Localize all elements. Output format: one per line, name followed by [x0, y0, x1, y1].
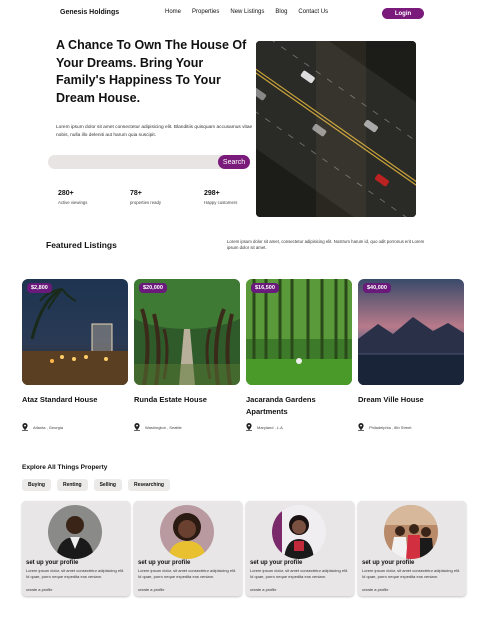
nav-link-properties[interactable]: Properties — [192, 9, 219, 15]
listing-location: Washington , Seattle — [134, 423, 182, 431]
listing-title[interactable]: Ataz Standard House — [22, 394, 122, 406]
hero-description: Lorem ipsum dolor sit amet consectetur a… — [56, 125, 253, 138]
location-text: Atlanta , Georgia — [33, 424, 64, 430]
stat-value: 298+ — [204, 190, 220, 197]
featured-listings-description: Lorem ipsum dolor sit amet, consectetur … — [227, 239, 425, 250]
profile-card-title: set up your profile — [26, 560, 79, 566]
chip-selling[interactable]: Selling — [93, 479, 122, 491]
price-badge: $20,000 — [139, 283, 167, 293]
listing-title[interactable]: Jacaranda Gardens Apartments — [246, 394, 346, 418]
stat-properties-ready: 78+ properties ready — [130, 190, 161, 205]
stat-value: 280+ — [58, 190, 74, 197]
featured-listings-title: Featured Listings — [46, 240, 117, 250]
avatar — [272, 505, 326, 559]
explore-title: Explore All Things Property — [22, 464, 108, 471]
create-profile-link[interactable]: create a profile — [26, 587, 52, 592]
stat-active-viewings: 280+ Active viewings — [58, 190, 87, 205]
listing-location: Atlanta , Georgia — [22, 423, 63, 431]
listing-location: Philadelphia , 8th Street — [358, 423, 411, 431]
listing-card[interactable]: $20,000 Runda Estate House Washington , … — [134, 279, 240, 431]
nav-link-home[interactable]: Home — [165, 9, 181, 15]
nav-link-new-listings[interactable]: New Listings — [230, 9, 264, 15]
profile-card: set up your profile Lorem ipsum dolor, s… — [246, 501, 354, 596]
brand-logo[interactable]: Genesis Holdings — [60, 9, 119, 16]
location-text: Maryland , L.A — [257, 424, 283, 430]
location-pin-icon — [358, 423, 364, 431]
hero-aerial-road-image — [256, 41, 416, 217]
price-badge: $2,800 — [27, 283, 52, 293]
avatar — [384, 505, 438, 559]
listing-image-beach: $2,800 — [22, 279, 128, 385]
stat-label: properties ready — [130, 200, 162, 205]
profile-card-description: Lorem ipsum dolor, sit amet consectetur … — [250, 568, 349, 579]
stat-label: Happy customers — [204, 200, 238, 205]
profile-card-description: Lorem ipsum dolor, sit amet consectetur … — [138, 568, 237, 579]
create-profile-link[interactable]: create a profile — [138, 587, 164, 592]
listing-title[interactable]: Dream Ville House — [358, 394, 458, 406]
location-text: Philadelphia , 8th Street — [369, 424, 412, 430]
avatar — [160, 505, 214, 559]
login-button[interactable]: Login — [382, 8, 424, 19]
location-pin-icon — [246, 423, 252, 431]
listing-card[interactable]: $16,500 Jacaranda Gardens Apartments Mar… — [246, 279, 352, 431]
listing-image-mountain-lake: $40,000 — [358, 279, 464, 385]
profile-card: set up your profile Lorem ipsum dolor, s… — [358, 501, 466, 596]
nav-links: Home Properties New Listings Blog Contac… — [165, 9, 328, 15]
price-badge: $40,000 — [363, 283, 391, 293]
search-button[interactable]: Search — [218, 155, 250, 169]
search-input[interactable] — [56, 155, 216, 169]
listing-image-forest: $16,500 — [246, 279, 352, 385]
profile-card-description: Lorem ipsum dolor, sit amet consectetur … — [26, 568, 125, 579]
profile-card-title: set up your profile — [250, 560, 303, 566]
price-badge: $16,500 — [251, 283, 279, 293]
create-profile-link[interactable]: create a profile — [250, 587, 276, 592]
listing-card[interactable]: $2,800 Ataz Standard House Atlanta , Geo… — [22, 279, 128, 431]
chip-renting[interactable]: Renting — [56, 479, 88, 491]
search-bar: Search — [48, 155, 250, 169]
nav-link-blog[interactable]: Blog — [275, 9, 287, 15]
profile-card-description: Lorem ipsum dolor, sit amet consectetur … — [362, 568, 461, 579]
chip-buying[interactable]: Buying — [22, 479, 51, 491]
hero-title: A Chance To Own The House Of Your Dreams… — [56, 38, 247, 105]
profile-card-title: set up your profile — [362, 560, 415, 566]
profile-card-title: set up your profile — [138, 560, 191, 566]
location-text: Washington , Seattle — [145, 424, 182, 430]
avatar — [48, 505, 102, 559]
stat-label: Active viewings — [58, 200, 88, 205]
listing-location: Maryland , L.A — [246, 423, 283, 431]
stat-happy-customers: 298+ Happy customers — [204, 190, 237, 205]
listing-card[interactable]: $40,000 Dream Ville House Philadelphia ,… — [358, 279, 464, 431]
location-pin-icon — [22, 423, 28, 431]
listing-title[interactable]: Runda Estate House — [134, 394, 234, 406]
stat-value: 78+ — [130, 190, 142, 197]
explore-chips: Buying Renting Selling Researching — [22, 479, 170, 491]
nav-link-contact[interactable]: Contact Us — [298, 9, 328, 15]
profile-card: set up your profile Lorem ipsum dolor, s… — [22, 501, 130, 596]
chip-researching[interactable]: Researching — [127, 479, 170, 491]
top-nav: Genesis Holdings Home Properties New Lis… — [0, 0, 484, 26]
location-pin-icon — [134, 423, 140, 431]
profile-card: set up your profile Lorem ipsum dolor, s… — [134, 501, 242, 596]
listing-image-tree-avenue: $20,000 — [134, 279, 240, 385]
create-profile-link[interactable]: create a profile — [362, 587, 388, 592]
